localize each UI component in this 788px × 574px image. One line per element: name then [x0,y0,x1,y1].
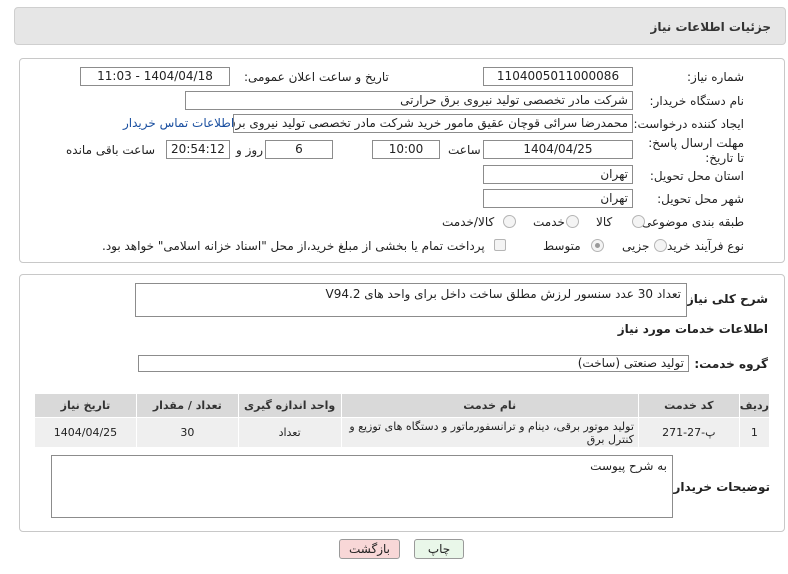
cell-name: تولید موتور برقی، دینام و ترانسفورماتور … [340,417,639,448]
category-option-goods-service: کالا/خدمت [442,215,495,229]
remaining-label: ساعت باقی مانده [66,143,156,157]
cell-code: پ-27-271 [637,417,740,448]
col-date: تاریخ نیاز [34,393,137,418]
process-label: نوع فرآیند خرید : [659,239,744,253]
service-group-field[interactable]: تولید صنعتی (ساخت) [138,355,689,372]
announce-label: تاریخ و ساعت اعلان عمومی: [244,70,389,84]
category-radio-goods[interactable] [632,215,645,228]
category-radio-goods-service[interactable] [503,215,516,228]
col-code: کد خدمت [637,393,740,418]
col-unit: واحد اندازه گیری [237,393,342,418]
process-option-minor: جزیی [622,239,650,253]
process-radio-medium[interactable] [591,239,604,252]
days-field[interactable]: 6 [265,140,333,159]
city-label: شهر محل تحویل: [657,192,744,206]
services-table: ردیف کد خدمت نام خدمت واحد اندازه گیری ت… [34,393,771,448]
services-section-title: اطلاعات خدمات مورد نیاز [617,322,768,336]
buyer-notes-textarea[interactable]: به شرح پیوست [51,455,673,518]
deadline-time-field[interactable]: 10:00 [372,140,440,159]
col-name: نام خدمت [340,393,639,418]
category-radio-service[interactable] [566,215,579,228]
cell-index: 1 [738,417,771,448]
category-label: طبقه بندی موضوعی: [637,215,744,229]
contact-buyer-link[interactable]: اطلاعات تماس خریدار [123,116,234,130]
col-qty: تعداد / مقدار [135,393,239,418]
deadline-label: مهلت ارسال پاسخ: تا تاریخ: [648,136,744,165]
payment-note: پرداخت تمام یا بخشی از مبلغ خرید،از محل … [102,239,485,253]
need-number-label: شماره نیاز: [687,70,744,84]
page-title: جزئیات اطلاعات نیاز [650,20,771,34]
creator-label: ایجاد کننده درخواست: [633,117,744,131]
summary-label: شرح کلی نیاز: [682,292,768,306]
treasury-checkbox[interactable] [494,239,506,251]
buyer-label: نام دستگاه خریدار: [649,94,745,108]
print-button[interactable]: چاپ [414,539,464,559]
cell-unit: تعداد [237,417,342,448]
summary-textarea[interactable]: تعداد 30 عدد سنسور لرزش مطلق ساخت داخل ب… [135,283,687,317]
need-number-field[interactable]: 1104005011000086 [483,67,633,86]
category-option-goods: کالا [596,215,613,229]
service-group-label: گروه خدمت: [694,357,768,371]
category-option-service: خدمت [533,215,565,229]
cell-date: 1404/04/25 [34,417,137,448]
process-option-medium: متوسط [543,239,581,253]
col-index: ردیف [738,393,771,418]
title-bar: جزئیات اطلاعات نیاز [14,7,786,45]
days-label: روز و [236,143,263,157]
city-field[interactable]: تهران [483,189,633,208]
remaining-time-field[interactable]: 20:54:12 [166,140,230,159]
table-row: 1 پ-27-271 تولید موتور برقی، دینام و ترا… [34,417,771,448]
province-field[interactable]: تهران [483,165,633,184]
back-button[interactable]: بازگشت [339,539,400,559]
creator-field[interactable]: محمدرضا سرائی قوچان عقیق مامور خرید شرکت… [233,114,633,133]
buyer-field[interactable]: شرکت مادر تخصصی تولید نیروی برق حرارتی [185,91,633,110]
process-radio-minor[interactable] [654,239,667,252]
announce-field[interactable]: 1404/04/18 - 11:03 [80,67,230,86]
cell-qty: 30 [135,417,239,448]
buyer-notes-label: توضیحات خریدار: [668,480,770,494]
deadline-date-field[interactable]: 1404/04/25 [483,140,633,159]
time-label: ساعت [448,143,481,157]
province-label: استان محل تحویل: [649,169,744,183]
